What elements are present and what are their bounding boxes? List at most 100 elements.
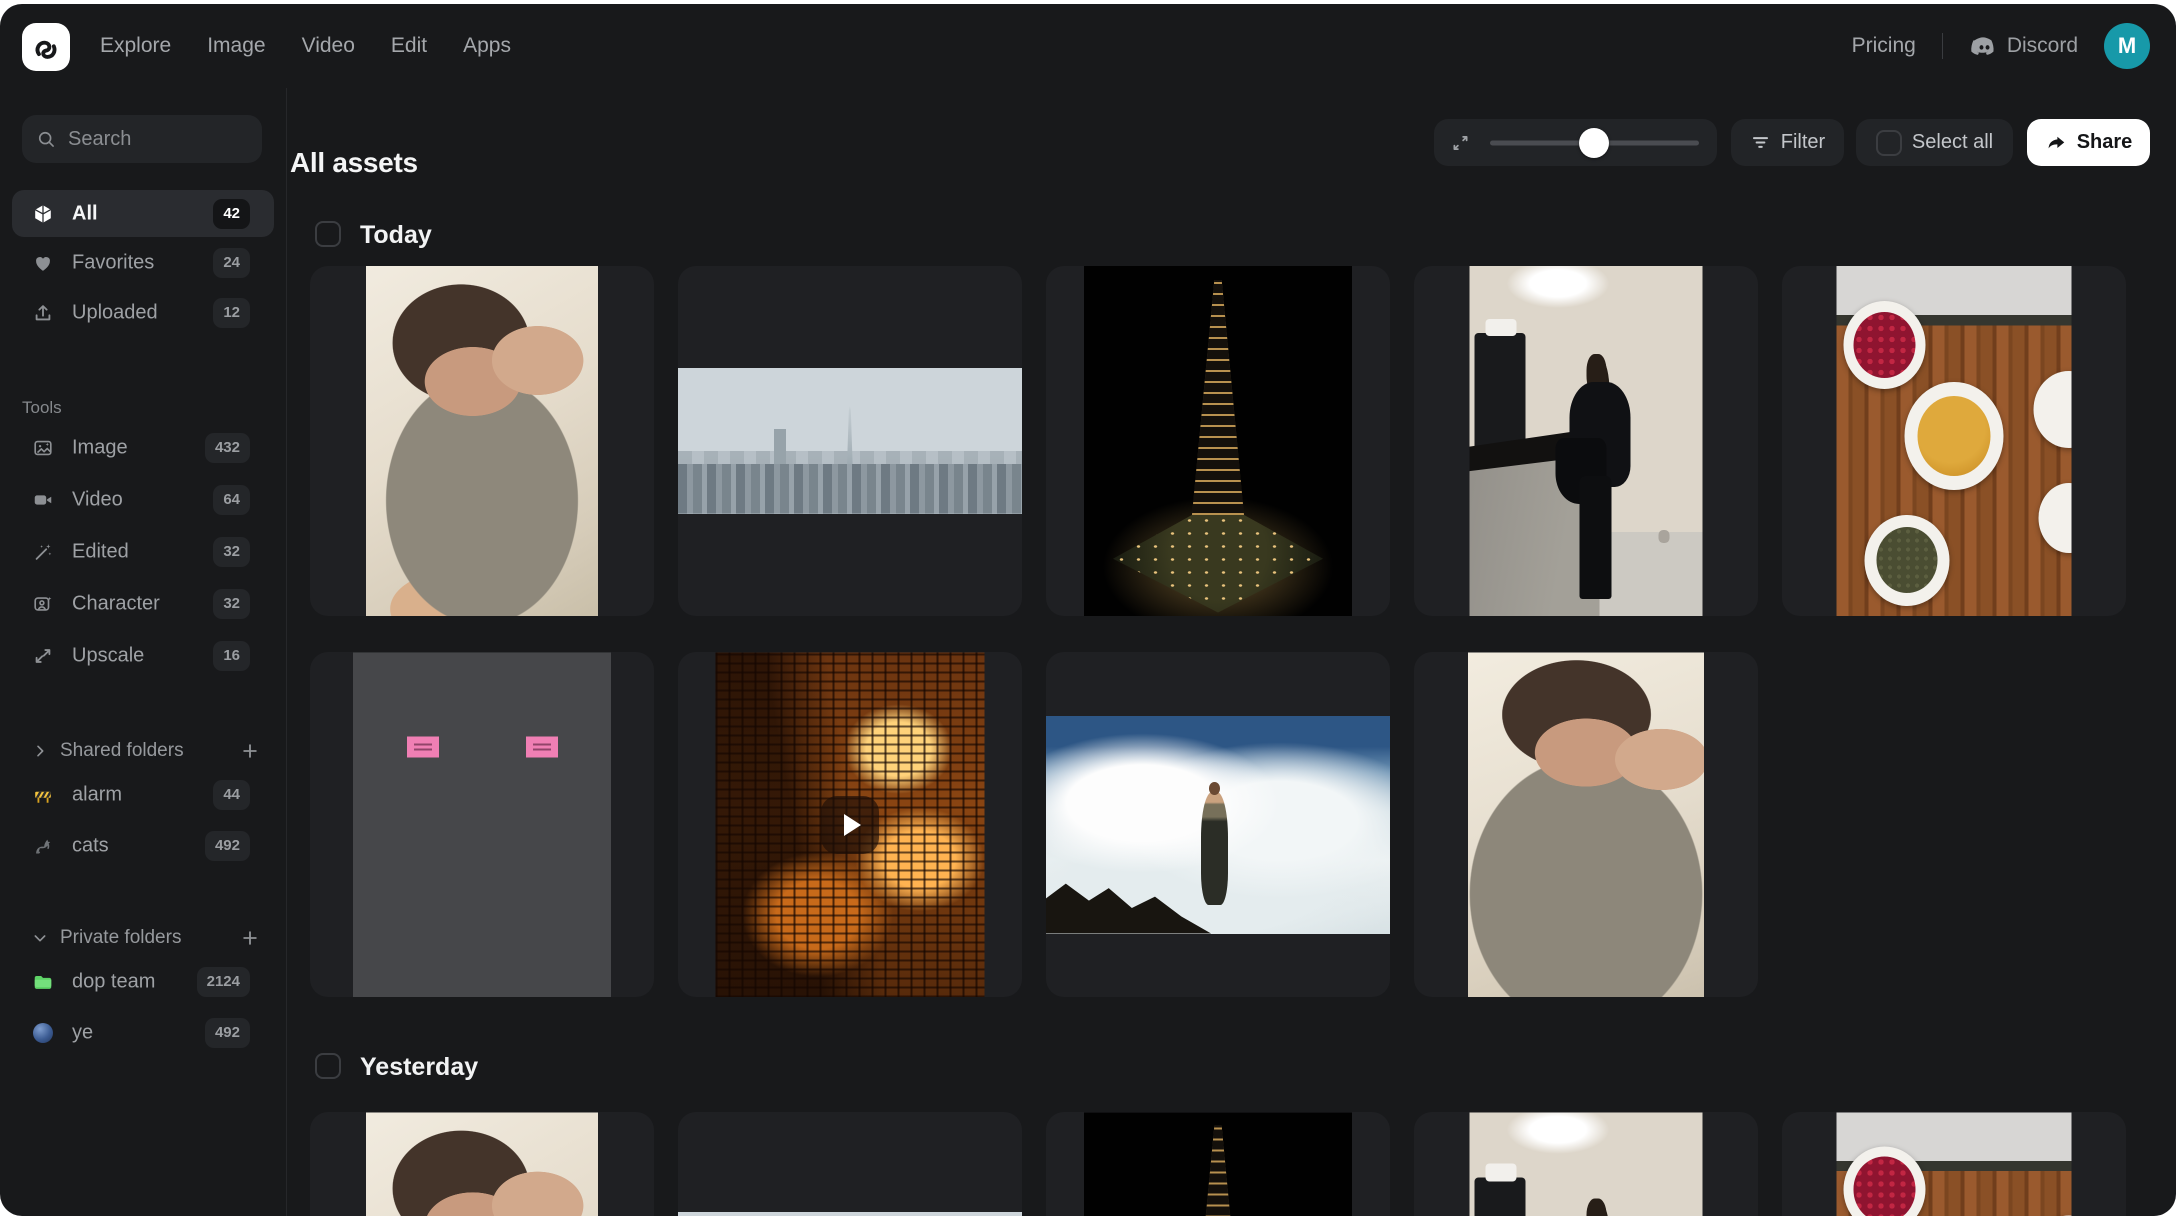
tools-section-label: Tools	[22, 398, 62, 418]
sidebar-folder-dop-team[interactable]: dop team 2124	[12, 960, 274, 1004]
image-icon	[31, 436, 55, 460]
sidebar-item-character[interactable]: Character 32	[12, 582, 274, 626]
asset-image-headshot-grid	[353, 652, 611, 997]
pink-label-tag	[526, 737, 558, 758]
count-badge: 64	[213, 485, 250, 515]
add-private-folder-button[interactable]	[240, 928, 260, 948]
top-bar: Explore Image Video Edit Apps Pricing Di…	[0, 4, 2176, 88]
slider-thumb[interactable]	[1579, 128, 1609, 158]
asset-card-city-skyline[interactable]	[678, 266, 1022, 616]
asset-image-night-tower	[1084, 1112, 1352, 1216]
discord-link[interactable]: Discord	[1969, 32, 2078, 60]
asset-card-night-tower[interactable]	[1046, 1112, 1390, 1216]
video-camera-icon	[31, 488, 55, 512]
section-checkbox-yesterday[interactable]	[315, 1053, 341, 1079]
pricing-link[interactable]: Pricing	[1852, 34, 1916, 58]
sidebar-item-uploaded[interactable]: Uploaded 12	[12, 291, 274, 335]
asset-image-bed-selfie-2	[1468, 652, 1704, 997]
squiggle-logo-icon	[29, 30, 63, 64]
nav-item-video[interactable]: Video	[302, 34, 355, 58]
nav-item-apps[interactable]: Apps	[463, 34, 511, 58]
share-button[interactable]: Share	[2027, 119, 2150, 166]
expand-icon	[1450, 132, 1471, 153]
search-icon	[36, 129, 56, 149]
private-folders-header[interactable]: Private folders	[12, 920, 274, 956]
add-shared-folder-button[interactable]	[240, 741, 260, 761]
sidebar-folder-ye[interactable]: ye 492	[12, 1011, 274, 1055]
select-all-checkbox[interactable]	[1876, 130, 1902, 156]
shared-folders-header[interactable]: Shared folders	[12, 733, 274, 769]
sidebar: All 42 Favorites 24 Uploaded 12 Tools Im…	[0, 88, 287, 1216]
sidebar-item-label: Image	[72, 437, 128, 460]
character-portrait-icon	[31, 592, 55, 616]
section-label-yesterday: Yesterday	[360, 1053, 478, 1082]
sidebar-folder-cats[interactable]: cats 492	[12, 824, 274, 868]
sidebar-item-label: Video	[72, 489, 123, 512]
count-badge: 16	[213, 641, 250, 671]
asset-card-tea-tray[interactable]	[1782, 1112, 2126, 1216]
construction-barrier-icon	[31, 783, 55, 807]
upscale-arrows-icon	[31, 644, 55, 668]
section-checkbox-today[interactable]	[315, 221, 341, 247]
count-badge: 2124	[197, 967, 250, 997]
asset-image-tea-tray	[1837, 266, 2072, 616]
pink-label-tag	[407, 737, 439, 758]
asset-image-ocean-wave	[1046, 716, 1390, 934]
nav-item-edit[interactable]: Edit	[391, 34, 427, 58]
chevron-right-icon	[32, 743, 48, 759]
count-badge: 492	[205, 1018, 250, 1048]
sidebar-item-label: All	[72, 202, 98, 225]
asset-image-city-skyline	[678, 368, 1022, 514]
app-logo[interactable]	[22, 23, 70, 71]
sidebar-item-favorites[interactable]: Favorites 24	[12, 241, 274, 285]
count-badge: 24	[213, 248, 250, 278]
nav-item-image[interactable]: Image	[207, 34, 265, 58]
sidebar-item-video[interactable]: Video 64	[12, 478, 274, 522]
asset-card-night-tower[interactable]	[1046, 266, 1390, 616]
folder-label: alarm	[72, 784, 122, 807]
play-button[interactable]	[821, 796, 879, 854]
upload-icon	[31, 301, 55, 325]
search-box[interactable]	[22, 115, 262, 163]
share-label: Share	[2077, 131, 2133, 154]
section-label-today: Today	[360, 221, 432, 250]
shared-folders-label: Shared folders	[60, 740, 184, 762]
asset-card-headshot-grid[interactable]	[310, 652, 654, 997]
asset-card-tea-tray[interactable]	[1782, 266, 2126, 616]
asset-card-building-facade-video[interactable]	[678, 652, 1022, 997]
sidebar-item-upscale[interactable]: Upscale 16	[12, 634, 274, 678]
asset-card-bed-selfie[interactable]	[310, 1112, 654, 1216]
asset-card-kitchen-figure[interactable]	[1414, 266, 1758, 616]
asset-image-tea-tray	[1837, 1112, 2072, 1216]
asset-image-kitchen-figure	[1470, 266, 1703, 616]
asset-image-kitchen-figure	[1470, 1112, 1703, 1216]
cube-icon	[31, 202, 55, 226]
filter-label: Filter	[1781, 131, 1825, 154]
black-cat-icon	[31, 834, 55, 858]
count-badge: 492	[205, 831, 250, 861]
search-input[interactable]	[66, 115, 252, 163]
select-all-label: Select all	[1912, 131, 1993, 154]
asset-image-bed-selfie	[366, 266, 598, 616]
topbar-right: Pricing Discord M	[1852, 4, 2150, 88]
sidebar-item-label: Favorites	[72, 252, 154, 275]
folder-label: ye	[72, 1022, 93, 1045]
thumbnail-size-slider	[1434, 119, 1717, 166]
asset-card-bed-selfie-2[interactable]	[1414, 652, 1758, 997]
user-avatar[interactable]: M	[2104, 23, 2150, 69]
count-badge: 432	[205, 433, 250, 463]
filter-button[interactable]: Filter	[1731, 119, 1844, 166]
app-window: Explore Image Video Edit Apps Pricing Di…	[0, 4, 2176, 1216]
sidebar-item-all[interactable]: All 42	[12, 190, 274, 237]
select-all-button[interactable]: Select all	[1856, 119, 2013, 166]
nav-item-explore[interactable]: Explore	[100, 34, 171, 58]
asset-card-ocean-wave[interactable]	[1046, 652, 1390, 997]
sidebar-item-image[interactable]: Image 432	[12, 426, 274, 470]
asset-card-kitchen-figure[interactable]	[1414, 1112, 1758, 1216]
sidebar-item-edited[interactable]: Edited 32	[12, 530, 274, 574]
asset-card-bed-selfie[interactable]	[310, 266, 654, 616]
asset-card-city-skyline[interactable]	[678, 1112, 1022, 1216]
discord-icon	[1969, 32, 1997, 60]
folder-label: cats	[72, 835, 109, 858]
sidebar-folder-alarm[interactable]: alarm 44	[12, 773, 274, 817]
